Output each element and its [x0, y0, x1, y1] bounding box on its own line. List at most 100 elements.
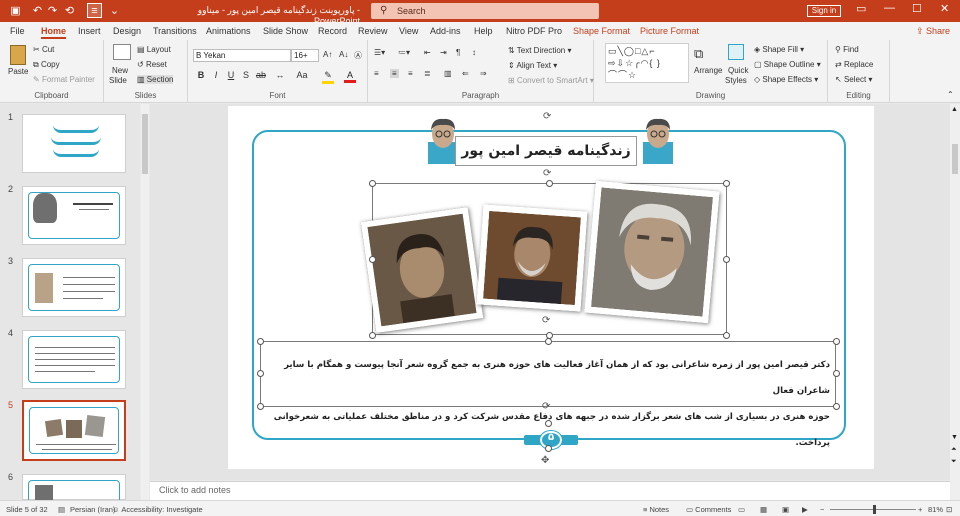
clear-format-icon[interactable]: Ⓐ	[354, 50, 362, 61]
tab-picture-format[interactable]: Picture Format	[640, 26, 699, 36]
resize-handle[interactable]	[833, 403, 840, 410]
paste-icon[interactable]	[10, 45, 26, 65]
tab-help[interactable]: Help	[474, 26, 493, 36]
tab-home[interactable]: Home	[41, 26, 67, 39]
language-status[interactable]: Persian (Iran)	[70, 505, 115, 514]
minimize-icon[interactable]: —	[884, 2, 895, 14]
redo-icon[interactable]: ↷	[45, 3, 60, 18]
ribbon-display-icon[interactable]: ▭	[856, 2, 866, 15]
collapse-ribbon-icon[interactable]: ⌃	[947, 90, 954, 99]
shape-fill-button[interactable]: ◈ Shape Fill ▾	[754, 45, 804, 54]
prev-slide-icon[interactable]: ⏶	[951, 446, 957, 454]
cut-button[interactable]: ✂ Cut	[33, 45, 54, 54]
resize-handle[interactable]	[369, 180, 376, 187]
resize-handle[interactable]	[369, 332, 376, 339]
tab-design[interactable]: Design	[113, 26, 141, 36]
resize-handle[interactable]	[546, 180, 553, 187]
format-painter-icon[interactable]: ≡	[87, 3, 102, 18]
slide-sorter-icon[interactable]: ▦	[760, 505, 767, 514]
save-icon[interactable]: ▣	[8, 3, 23, 18]
paste-button[interactable]: Paste	[8, 67, 28, 76]
resize-handle[interactable]	[723, 332, 730, 339]
resize-handle[interactable]	[545, 338, 552, 345]
thumbnail-scrollbar[interactable]	[141, 104, 149, 500]
scroll-up-icon[interactable]: ▲	[951, 106, 958, 113]
tab-view[interactable]: View	[399, 26, 418, 36]
increase-font-icon[interactable]: A↑	[323, 50, 332, 59]
section-button[interactable]: ▥ Section	[137, 75, 174, 84]
scroll-down-icon[interactable]: ▼	[951, 434, 958, 441]
format-painter-button[interactable]: ✎ Format Painter	[33, 75, 95, 84]
bold-button[interactable]: B	[195, 70, 207, 80]
slide-title[interactable]: زندگینامه قیصر امین پور	[455, 136, 637, 166]
justify-icon[interactable]: ≣	[424, 69, 431, 78]
share-button[interactable]: ⇪ Share	[916, 26, 950, 37]
bullets-icon[interactable]: ☰▾	[374, 48, 385, 57]
resize-handle[interactable]	[833, 370, 840, 377]
zoom-level[interactable]: 81%	[928, 505, 943, 514]
spelling-icon[interactable]: ▤	[58, 505, 65, 514]
layout-button[interactable]: ▤ Layout	[137, 45, 171, 54]
photo-young[interactable]	[360, 207, 484, 333]
quick-styles-button[interactable]: Quick	[728, 66, 748, 75]
spacing-icon[interactable]: ↔	[274, 70, 286, 80]
shape-outline-button[interactable]: ▢ Shape Outline ▾	[754, 60, 821, 69]
resize-handle[interactable]	[257, 403, 264, 410]
strikethrough-button[interactable]: ab	[255, 70, 267, 80]
rotate-handle-icon[interactable]: ⟳	[542, 315, 550, 326]
quick-styles-button-2[interactable]: Styles	[725, 76, 747, 85]
slide-scrollbar[interactable]: ▲ ▼ ⏶ ⏷	[950, 104, 960, 500]
shape-effects-button[interactable]: ◇ Shape Effects ▾	[754, 75, 818, 84]
numbering-icon[interactable]: ≔▾	[398, 48, 410, 57]
decrease-font-icon[interactable]: A↓	[339, 50, 348, 59]
portrait-right[interactable]	[641, 116, 675, 164]
tab-nitro-pdf[interactable]: Nitro PDF Pro	[506, 26, 562, 36]
notes-area[interactable]: Click to add notes	[150, 481, 950, 500]
slide-thumbnail-3[interactable]	[22, 258, 126, 317]
align-right-icon[interactable]: ≡	[408, 69, 413, 78]
zoom-out-icon[interactable]: −	[820, 505, 824, 514]
next-slide-icon[interactable]: ⏷	[951, 458, 957, 466]
rtl-icon[interactable]: ¶	[456, 48, 460, 57]
accessibility-status[interactable]: ☺ Accessibility: Investigate	[112, 505, 203, 514]
tab-shape-format[interactable]: Shape Format	[573, 26, 630, 36]
new-slide-icon[interactable]	[113, 44, 131, 60]
tab-transitions[interactable]: Transitions	[153, 26, 197, 36]
tab-slide-show[interactable]: Slide Show	[263, 26, 308, 36]
sign-in-button[interactable]: Sign in	[807, 5, 841, 17]
resize-handle[interactable]	[257, 338, 264, 345]
columns-icon[interactable]: ▥	[444, 69, 452, 78]
slide[interactable]: زندگینامه قیصر امین پور ⟳ ⟳ ⟳ دکتر قیصر …	[228, 106, 874, 469]
italic-button[interactable]: I	[210, 70, 222, 80]
photo-elder[interactable]	[584, 180, 720, 324]
resize-handle[interactable]	[545, 445, 552, 452]
replace-button[interactable]: ⇄ Replace	[835, 60, 873, 69]
slide-thumbnail-5[interactable]	[22, 400, 126, 461]
zoom-in-icon[interactable]: +	[918, 505, 922, 514]
fit-slide-icon[interactable]: ⊡	[946, 505, 952, 514]
line-spacing-icon[interactable]: ↕	[472, 48, 476, 57]
photo-middle[interactable]	[476, 204, 588, 312]
find-button[interactable]: ⚲ Find	[835, 45, 859, 54]
resize-handle[interactable]	[257, 370, 264, 377]
restart-icon[interactable]: ⟲	[62, 3, 77, 18]
increase-indent-icon[interactable]: ⇥	[440, 48, 447, 57]
slide-thumbnail-6[interactable]	[22, 474, 126, 509]
undo-icon[interactable]: ↶	[30, 3, 45, 18]
rtl-direction-icon[interactable]: ⇐	[462, 69, 469, 78]
align-center-icon[interactable]: ≡	[390, 69, 399, 78]
tab-review[interactable]: Review	[358, 26, 388, 36]
resize-handle[interactable]	[723, 180, 730, 187]
slide-thumbnail-2[interactable]	[22, 186, 126, 245]
ltr-direction-icon[interactable]: ⇒	[480, 69, 487, 78]
select-button[interactable]: ↖ Select ▾	[835, 75, 872, 84]
slideshow-icon[interactable]: ▶	[802, 505, 808, 514]
slide-thumbnail-4[interactable]	[22, 330, 126, 389]
smartart-button[interactable]: ⊞ Convert to SmartArt ▾	[508, 76, 594, 85]
tab-insert[interactable]: Insert	[78, 26, 101, 36]
zoom-slider-thumb[interactable]	[873, 505, 876, 514]
font-family-select[interactable]: B Yekan	[193, 49, 291, 62]
tab-record[interactable]: Record	[318, 26, 347, 36]
move-handle-icon[interactable]: ✥	[541, 455, 549, 466]
align-left-icon[interactable]: ≡	[374, 69, 379, 78]
